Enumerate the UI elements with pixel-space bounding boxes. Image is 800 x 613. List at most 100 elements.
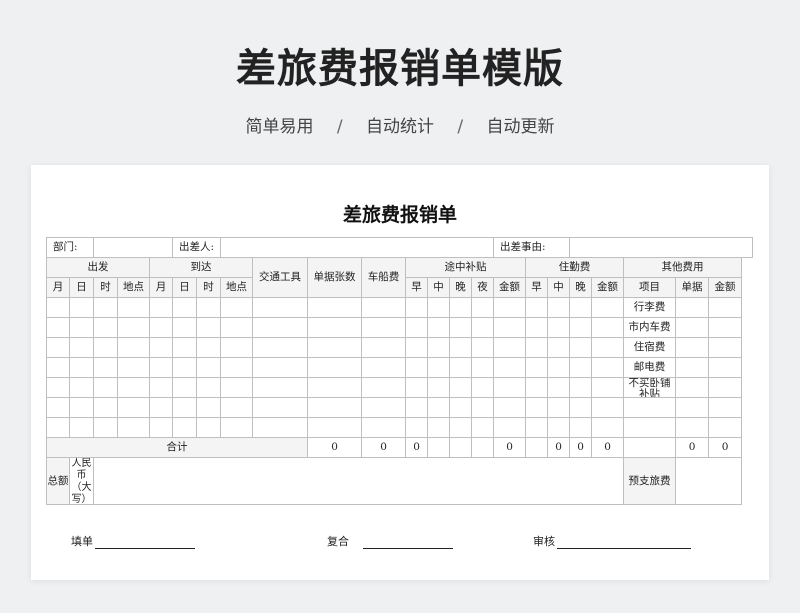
entry-cell[interactable] <box>493 297 527 318</box>
entry-cell[interactable] <box>68 297 95 318</box>
entry-cell[interactable] <box>68 337 95 358</box>
entry-cell[interactable] <box>68 417 95 438</box>
entry-cell[interactable] <box>196 357 222 378</box>
entry-cell[interactable] <box>149 317 174 338</box>
entry-cell[interactable] <box>361 297 407 318</box>
entry-cell[interactable] <box>591 357 625 378</box>
entry-cell[interactable] <box>525 337 549 358</box>
entry-cell[interactable] <box>196 297 222 318</box>
entry-cell[interactable] <box>149 337 174 358</box>
entry-cell[interactable] <box>427 337 451 358</box>
entry-cell[interactable] <box>569 357 593 378</box>
entry-cell[interactable] <box>675 377 710 398</box>
entry-cell[interactable] <box>361 377 407 398</box>
entry-cell[interactable] <box>46 317 70 338</box>
entry-cell[interactable] <box>405 357 429 378</box>
entry-cell[interactable] <box>93 417 119 438</box>
entry-cell[interactable] <box>220 317 254 338</box>
entry-cell[interactable] <box>675 397 710 418</box>
entry-cell[interactable] <box>569 417 593 438</box>
entry-cell[interactable] <box>252 357 309 378</box>
entry-cell[interactable] <box>252 317 309 338</box>
entry-cell[interactable] <box>405 337 429 358</box>
entry-cell[interactable] <box>252 297 309 318</box>
entry-cell[interactable] <box>569 297 593 318</box>
entry-cell[interactable] <box>708 337 743 358</box>
entry-cell[interactable] <box>591 317 625 338</box>
entry-cell[interactable] <box>93 337 119 358</box>
entry-cell[interactable] <box>172 317 198 338</box>
entry-cell[interactable] <box>46 297 70 318</box>
entry-cell[interactable] <box>196 317 222 338</box>
entry-cell[interactable] <box>525 317 549 338</box>
entry-cell[interactable] <box>569 377 593 398</box>
entry-cell[interactable] <box>427 297 451 318</box>
entry-cell[interactable] <box>307 417 363 438</box>
dept-field[interactable] <box>93 237 174 258</box>
entry-cell[interactable] <box>361 397 407 418</box>
entry-cell[interactable] <box>569 337 593 358</box>
entry-cell[interactable] <box>117 397 151 418</box>
advance-field[interactable] <box>675 457 743 505</box>
traveler-field[interactable] <box>220 237 495 258</box>
entry-cell[interactable] <box>149 377 174 398</box>
entry-cell[interactable] <box>708 357 743 378</box>
entry-cell[interactable] <box>427 317 451 338</box>
entry-cell[interactable] <box>493 357 527 378</box>
entry-cell[interactable] <box>427 417 451 438</box>
entry-cell[interactable] <box>196 337 222 358</box>
entry-cell[interactable] <box>493 337 527 358</box>
entry-cell[interactable] <box>708 317 743 338</box>
entry-cell[interactable] <box>471 357 495 378</box>
entry-cell[interactable] <box>149 297 174 318</box>
entry-cell[interactable] <box>68 377 95 398</box>
entry-cell[interactable] <box>252 417 309 438</box>
entry-cell[interactable] <box>547 357 571 378</box>
entry-cell[interactable] <box>405 317 429 338</box>
entry-cell[interactable] <box>591 337 625 358</box>
entry-cell[interactable] <box>471 377 495 398</box>
entry-cell[interactable] <box>46 337 70 358</box>
grand-total-amount-field[interactable] <box>93 457 625 505</box>
entry-cell[interactable] <box>675 337 710 358</box>
entry-cell[interactable] <box>547 337 571 358</box>
entry-cell[interactable] <box>569 397 593 418</box>
entry-cell[interactable] <box>708 417 743 438</box>
entry-cell[interactable] <box>675 317 710 338</box>
entry-cell[interactable] <box>525 357 549 378</box>
entry-cell[interactable] <box>708 377 743 398</box>
entry-cell[interactable] <box>569 317 593 338</box>
entry-cell[interactable] <box>547 297 571 318</box>
entry-cell[interactable] <box>117 357 151 378</box>
entry-cell[interactable] <box>307 317 363 338</box>
entry-cell[interactable] <box>675 297 710 318</box>
entry-cell[interactable] <box>252 377 309 398</box>
entry-cell[interactable] <box>471 337 495 358</box>
entry-cell[interactable] <box>427 397 451 418</box>
audit-signature-line[interactable] <box>557 536 691 549</box>
entry-cell[interactable] <box>172 357 198 378</box>
entry-cell[interactable] <box>449 377 473 398</box>
entry-cell[interactable] <box>591 297 625 318</box>
entry-cell[interactable] <box>493 397 527 418</box>
entry-cell[interactable] <box>172 337 198 358</box>
entry-cell[interactable] <box>220 357 254 378</box>
entry-cell[interactable] <box>172 397 198 418</box>
review-signature-line[interactable] <box>363 536 453 549</box>
entry-cell[interactable] <box>449 317 473 338</box>
entry-cell[interactable] <box>46 377 70 398</box>
entry-cell[interactable] <box>68 357 95 378</box>
entry-cell[interactable] <box>220 337 254 358</box>
entry-cell[interactable] <box>361 357 407 378</box>
entry-cell[interactable] <box>117 377 151 398</box>
entry-cell[interactable] <box>361 337 407 358</box>
entry-cell[interactable] <box>405 417 429 438</box>
entry-cell[interactable] <box>547 397 571 418</box>
entry-cell[interactable] <box>427 357 451 378</box>
entry-cell[interactable] <box>525 397 549 418</box>
entry-cell[interactable] <box>493 417 527 438</box>
entry-cell[interactable] <box>307 377 363 398</box>
entry-cell[interactable] <box>149 357 174 378</box>
entry-cell[interactable] <box>405 397 429 418</box>
entry-cell[interactable] <box>708 297 743 318</box>
